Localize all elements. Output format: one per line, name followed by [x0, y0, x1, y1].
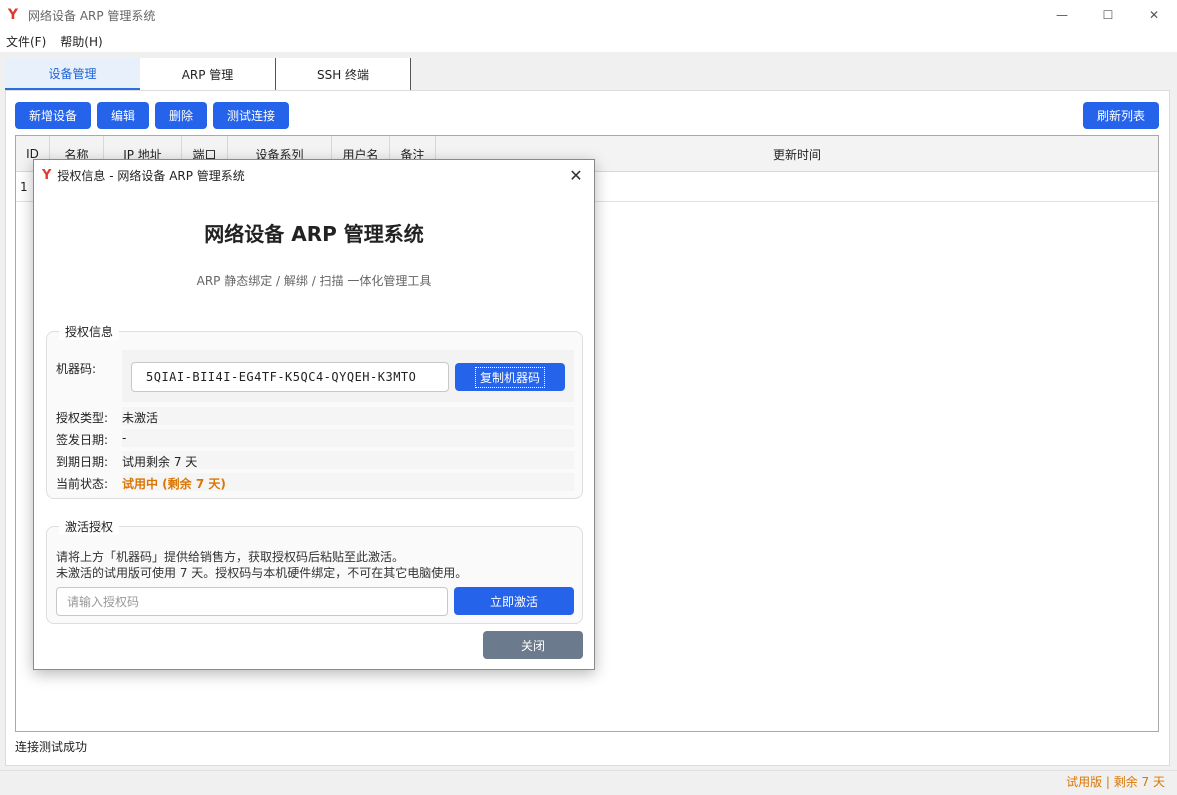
maximize-icon[interactable]: ☐: [1085, 0, 1131, 30]
trial-status-label: 试用版 | 剩余 7 天: [1066, 775, 1165, 789]
menu-bar: 文件(F) 帮助(H): [0, 30, 1177, 52]
issue-date-value: -: [122, 431, 127, 445]
status-bar: [0, 770, 1177, 795]
edit-button[interactable]: 编辑: [97, 102, 149, 129]
license-info-legend: 授权信息: [59, 323, 120, 340]
menu-help[interactable]: 帮助(H): [54, 33, 110, 50]
dialog-heading: 网络设备 ARP 管理系统: [204, 222, 424, 246]
test-connection-button[interactable]: 测试连接: [213, 102, 289, 129]
tab-ssh-terminal[interactable]: SSH 终端: [276, 58, 411, 90]
license-code-input[interactable]: [56, 587, 448, 616]
refresh-list-button[interactable]: 刷新列表: [1083, 102, 1159, 129]
activate-button[interactable]: 立即激活: [454, 587, 574, 615]
license-type-label: 授权类型:: [56, 411, 109, 425]
expire-date-label: 到期日期:: [56, 455, 109, 469]
license-info-group: 授权信息 机器码: 5QIAI-BII4I-EG4TF-K5QC4-QYQEH-…: [46, 323, 583, 499]
expire-date-value: 试用剩余 7 天: [122, 455, 198, 469]
current-state-value: 试用中 (剩余 7 天): [122, 477, 226, 491]
type-row-bg: [122, 407, 574, 425]
window-title: 网络设备 ARP 管理系统: [28, 8, 156, 23]
dialog-title: 授权信息 - 网络设备 ARP 管理系统: [57, 168, 245, 183]
issue-row-bg: [122, 429, 574, 447]
dialog-title-bar: Y 授权信息 - 网络设备 ARP 管理系统 ✕: [34, 160, 594, 190]
license-dialog: Y 授权信息 - 网络设备 ARP 管理系统 ✕ 网络设备 ARP 管理系统 A…: [33, 159, 595, 670]
add-device-button[interactable]: 新增设备: [15, 102, 91, 129]
activate-instruction-1: 请将上方「机器码」提供给销售方，获取授权码后粘贴至此激活。: [56, 550, 405, 564]
tab-bar: 设备管理 ARP 管理 SSH 终端: [0, 56, 1177, 90]
window-controls: — ☐ ✕: [1039, 0, 1177, 30]
activate-group: 激活授权 请将上方「机器码」提供给销售方，获取授权码后粘贴至此激活。 未激活的试…: [46, 518, 583, 624]
title-bar: Y 网络设备 ARP 管理系统 — ☐ ✕: [0, 0, 1177, 30]
dialog-subtitle: ARP 静态绑定 / 解绑 / 扫描 一体化管理工具: [196, 274, 432, 288]
issue-date-label: 签发日期:: [56, 433, 109, 447]
tab-device-management[interactable]: 设备管理: [5, 58, 140, 90]
tab-arp-management[interactable]: ARP 管理: [140, 58, 276, 90]
license-type-value: 未激活: [122, 411, 159, 425]
minimize-icon[interactable]: —: [1039, 0, 1085, 30]
dialog-close-icon[interactable]: ✕: [564, 163, 588, 187]
dialog-logo-icon: Y: [42, 167, 52, 183]
app-logo-icon: Y: [7, 7, 19, 23]
delete-button[interactable]: 删除: [155, 102, 207, 129]
machine-code-field[interactable]: 5QIAI-BII4I-EG4TF-K5QC4-QYQEH-K3MTO: [131, 362, 449, 392]
activate-instruction-2: 未激活的试用版可使用 7 天。授权码与本机硬件绑定，不可在其它电脑使用。: [56, 566, 468, 580]
machine-code-label: 机器码:: [56, 362, 97, 376]
copy-button-label: 复制机器码: [474, 366, 545, 388]
current-state-label: 当前状态:: [56, 477, 109, 491]
status-message: 连接测试成功: [15, 740, 88, 754]
close-icon[interactable]: ✕: [1131, 0, 1177, 30]
activate-legend: 激活授权: [59, 518, 120, 535]
menu-file[interactable]: 文件(F): [0, 33, 54, 50]
dialog-close-button[interactable]: 关闭: [483, 631, 583, 659]
copy-machine-code-button[interactable]: 复制机器码: [455, 363, 565, 391]
